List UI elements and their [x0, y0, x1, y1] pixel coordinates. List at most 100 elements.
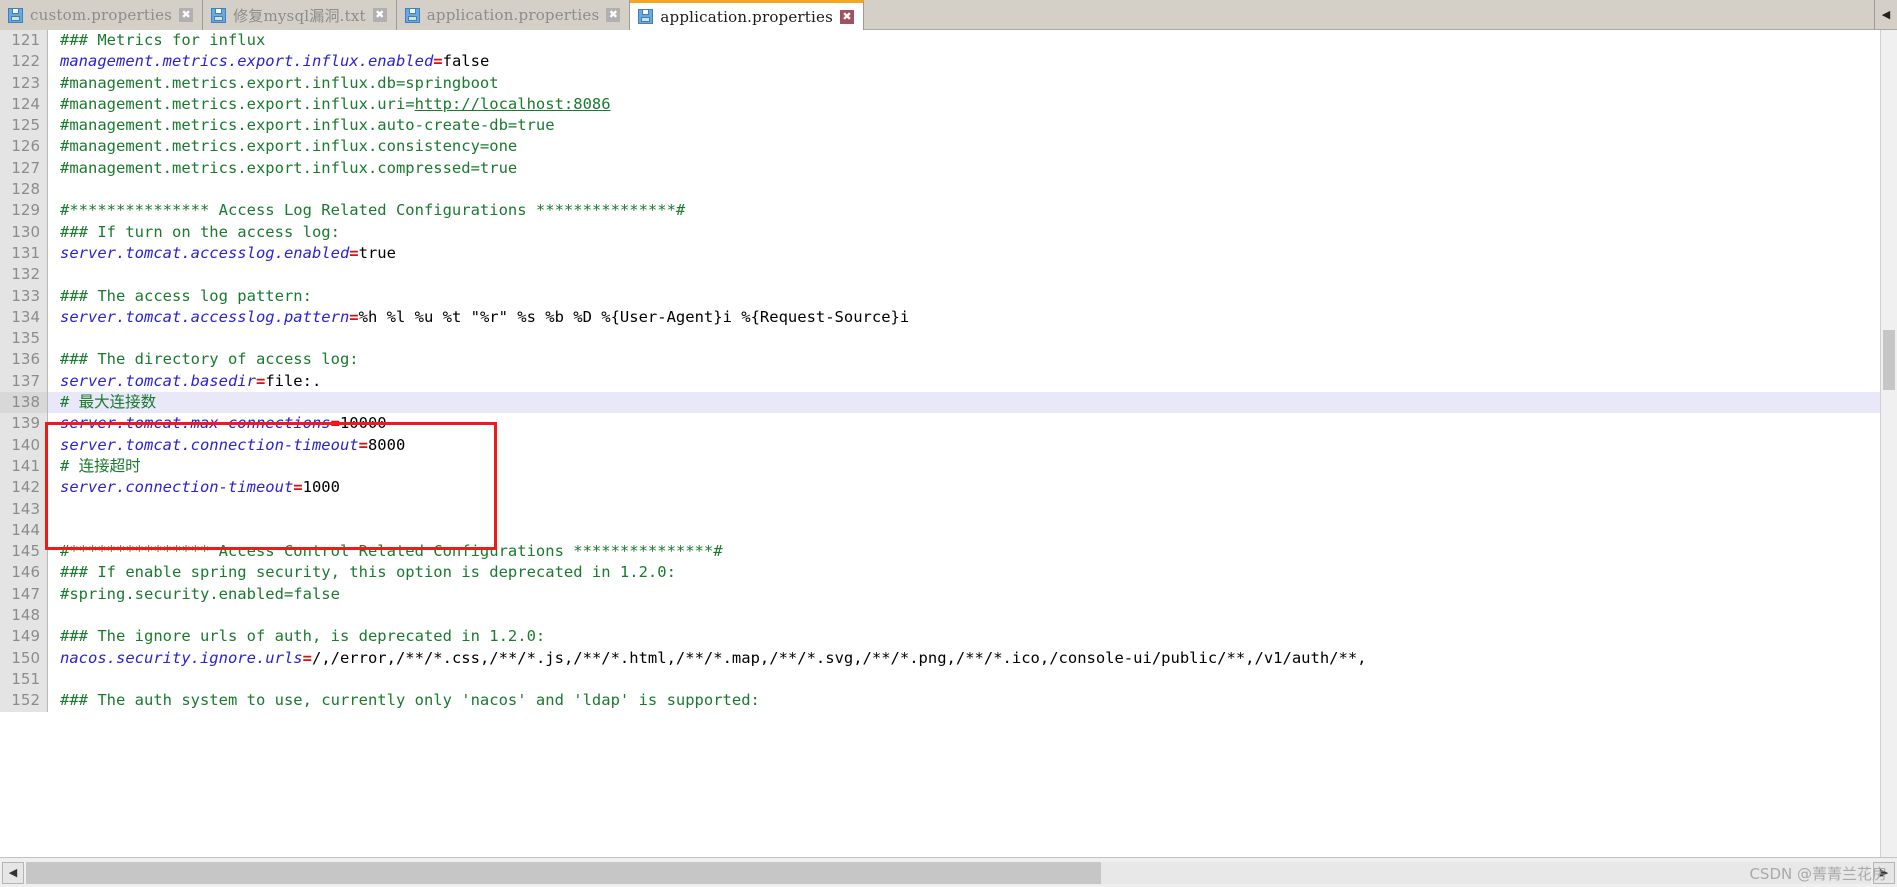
line-number: 139: [0, 413, 48, 435]
code-line[interactable]: 147 #spring.security.enabled=false: [0, 583, 1880, 606]
code-token-cm: # 连接超时: [60, 456, 141, 475]
code-text[interactable]: server.tomcat.connection-timeout=8000: [48, 435, 1880, 456]
code-token-cm: #management.metrics.export.influx.auto-c…: [60, 116, 555, 135]
tab-label: custom.properties: [30, 6, 173, 24]
code-text[interactable]: #spring.security.enabled=false: [48, 584, 1880, 605]
code-text[interactable]: #management.metrics.export.influx.consis…: [48, 136, 1880, 157]
code-line[interactable]: 125 #management.metrics.export.influx.aut…: [0, 115, 1880, 137]
code-line[interactable]: 133 ### The access log pattern:: [0, 285, 1880, 307]
code-text[interactable]: server.tomcat.basedir=file:.: [48, 371, 1880, 392]
close-icon[interactable]: ✖: [840, 9, 854, 24]
code-text[interactable]: [48, 499, 1880, 520]
code-text[interactable]: management.metrics.export.influx.enabled…: [48, 51, 1880, 72]
code-line[interactable]: 141 # 连接超时: [0, 455, 1880, 478]
code-line[interactable]: 140 server.tomcat.connection-timeout=8000: [0, 434, 1880, 456]
code-token-val: /,/error,/**/*.css,/**/*.js,/**/*.html,/…: [311, 648, 1367, 667]
code-text[interactable]: [48, 669, 1880, 690]
code-text[interactable]: ### The ignore urls of auth, is deprecat…: [48, 626, 1880, 647]
code-text[interactable]: # 连接超时: [48, 456, 1880, 477]
code-line[interactable]: 142 server.connection-timeout=1000: [0, 477, 1880, 499]
floppy-disk-icon: [211, 7, 227, 23]
code-text[interactable]: # 最大连接数: [48, 392, 1880, 414]
code-line[interactable]: 131 server.tomcat.accesslog.enabled=true: [0, 242, 1880, 265]
code-line[interactable]: 129 #*************** Access Log Related C…: [0, 200, 1880, 222]
code-line[interactable]: 122 management.metrics.export.influx.enab…: [0, 51, 1880, 73]
code-line[interactable]: 143: [0, 498, 1880, 520]
code-text[interactable]: ### If turn on the access log:: [48, 222, 1880, 243]
code-text[interactable]: #*************** Access Log Related Conf…: [48, 200, 1880, 221]
tab-custom-properties[interactable]: custom.properties ✖: [0, 0, 204, 30]
line-number: 134: [0, 306, 48, 329]
code-text[interactable]: server.tomcat.max-connections=10000: [48, 413, 1880, 434]
code-text[interactable]: ### The auth system to use, currently on…: [48, 690, 1880, 711]
code-line[interactable]: 149 ### The ignore urls of auth, is depre…: [0, 626, 1880, 648]
code-text[interactable]: ### If enable spring security, this opti…: [48, 562, 1880, 583]
tab-application-properties-1[interactable]: application.properties ✖: [396, 0, 631, 30]
code-text[interactable]: #*************** Access Control Related …: [48, 541, 1880, 562]
code-text[interactable]: [48, 605, 1880, 626]
code-text[interactable]: [48, 520, 1880, 541]
vertical-scrollbar[interactable]: [1880, 30, 1897, 857]
code-line[interactable]: 124 #management.metrics.export.influx.uri…: [0, 93, 1880, 116]
code-line[interactable]: 121 ### Metrics for influx: [0, 30, 1880, 52]
code-text[interactable]: #management.metrics.export.influx.db=spr…: [48, 73, 1880, 94]
code-line[interactable]: 126 #management.metrics.export.influx.con…: [0, 136, 1880, 158]
code-text[interactable]: ### Metrics for influx: [48, 30, 1880, 51]
code-line[interactable]: 138 # 最大连接数: [0, 392, 1880, 414]
code-line[interactable]: 134 server.tomcat.accesslog.pattern=%h %l…: [0, 306, 1880, 329]
code-line[interactable]: 137 server.tomcat.basedir=file:.: [0, 370, 1880, 393]
close-icon[interactable]: ✖: [606, 8, 621, 22]
code-line[interactable]: 127 #management.metrics.export.influx.com…: [0, 157, 1880, 180]
code-text[interactable]: [48, 179, 1880, 200]
code-token-key: server.connection-timeout: [60, 478, 294, 497]
code-line[interactable]: 144: [0, 519, 1880, 542]
code-text[interactable]: [48, 328, 1880, 349]
code-text[interactable]: ### The access log pattern:: [48, 286, 1880, 307]
code-line[interactable]: 128: [0, 179, 1880, 201]
code-token-key: server.tomcat.accesslog.enabled: [60, 243, 350, 262]
code-text[interactable]: server.tomcat.accesslog.pattern=%h %l %u…: [48, 307, 1880, 328]
code-token-eq: =: [349, 307, 359, 326]
code-text[interactable]: ### The directory of access log:: [48, 349, 1880, 370]
code-line[interactable]: 130 ### If turn on the access log:: [0, 221, 1880, 243]
code-token-val: false: [442, 52, 490, 71]
code-text[interactable]: #management.metrics.export.influx.uri=ht…: [48, 94, 1880, 115]
code-line[interactable]: 151: [0, 668, 1880, 691]
horizontal-scrollbar[interactable]: [26, 861, 1871, 884]
floppy-disk-icon: [8, 7, 23, 23]
code-text[interactable]: server.tomcat.accesslog.enabled=true: [48, 243, 1880, 264]
tab-mysql-fix-txt[interactable]: 修复mysql漏洞.txt ✖: [203, 0, 397, 30]
code-line[interactable]: 152 ### The auth system to use, currently…: [0, 690, 1880, 712]
code-text[interactable]: #management.metrics.export.influx.compre…: [48, 158, 1880, 179]
close-icon[interactable]: ✖: [179, 8, 194, 22]
code-area[interactable]: 121 ### Metrics for influx 122 management.m…: [0, 30, 1880, 857]
code-text[interactable]: nacos.security.ignore.urls=/,/error,/**/…: [48, 648, 1880, 669]
line-number: 125: [0, 115, 48, 137]
vertical-scrollbar-thumb[interactable]: [1883, 330, 1895, 390]
watermark: CSDN @菁菁兰花房: [1749, 865, 1887, 883]
tab-application-properties-active[interactable]: application.properties ✖: [630, 0, 864, 30]
code-line[interactable]: 146 ### If enable spring security, this o…: [0, 562, 1880, 584]
status-bar: ◀ ▶ CSDN @菁菁兰花房: [0, 857, 1897, 887]
code-text[interactable]: [48, 264, 1880, 285]
tabbar-scroll-button[interactable]: ◀: [1874, 0, 1897, 29]
code-text[interactable]: server.connection-timeout=1000: [48, 477, 1880, 498]
line-number: 126: [0, 136, 48, 158]
code-line[interactable]: 139 server.tomcat.max-connections=10000: [0, 413, 1880, 435]
code-line[interactable]: 148: [0, 605, 1880, 627]
hscroll-left-button[interactable]: ◀: [2, 861, 24, 884]
horizontal-scrollbar-thumb[interactable]: [26, 861, 1101, 884]
code-line[interactable]: 145 #*************** Access Control Relat…: [0, 541, 1880, 563]
code-line[interactable]: 132: [0, 264, 1880, 286]
code-line[interactable]: 135: [0, 328, 1880, 350]
line-number: 133: [0, 285, 48, 307]
code-text[interactable]: #management.metrics.export.influx.auto-c…: [48, 115, 1880, 136]
code-token-val: true: [358, 243, 396, 262]
code-line[interactable]: 150 nacos.security.ignore.urls=/,/error,/…: [0, 647, 1880, 669]
code-line[interactable]: 136 ### The directory of access log:: [0, 349, 1880, 371]
code-line[interactable]: 123 #management.metrics.export.influx.db=…: [0, 72, 1880, 94]
line-number: 144: [0, 519, 48, 542]
close-icon[interactable]: ✖: [372, 8, 387, 22]
tab-label: application.properties: [660, 7, 833, 26]
line-number: 152: [0, 690, 48, 712]
